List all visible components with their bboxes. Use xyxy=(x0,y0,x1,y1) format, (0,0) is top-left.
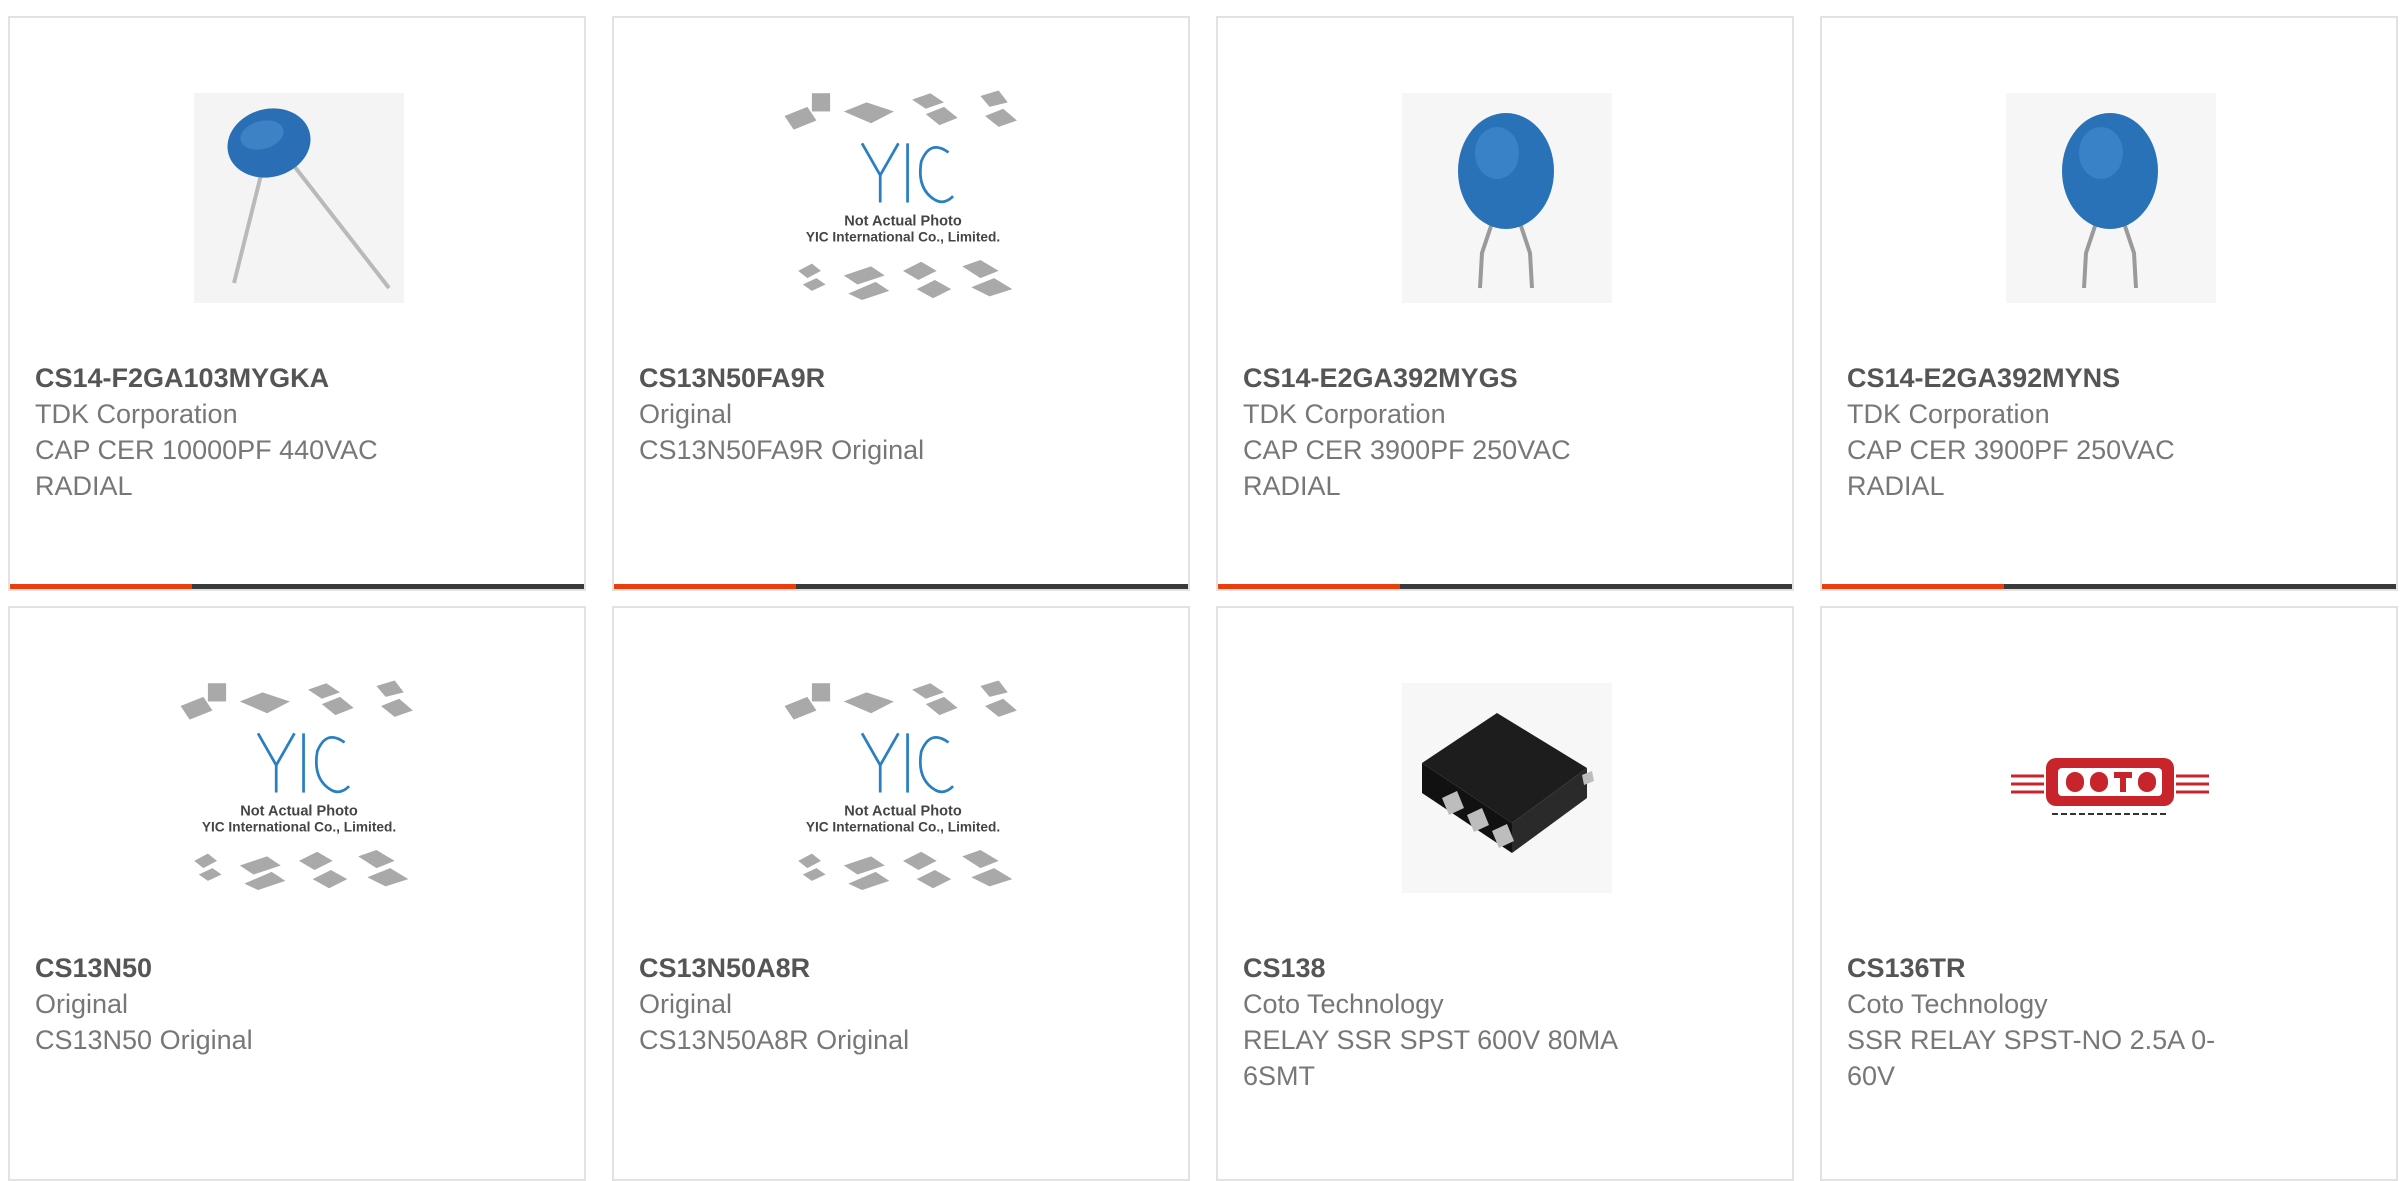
product-card[interactable]: CS14-E2GA392MYNS TDK Corporation CAP CER… xyxy=(1820,16,2398,591)
product-info: CS13N50A8R Original CS13N50A8R Original xyxy=(639,950,1163,1058)
card-bottom-bar xyxy=(10,584,584,589)
product-card[interactable]: Not Actual Photo YIC International Co., … xyxy=(612,606,1190,1181)
disc-capacitor-icon[interactable] xyxy=(1988,78,2234,318)
description: CS13N50 Original xyxy=(35,1025,253,1055)
manufacturer: Coto Technology xyxy=(1243,989,1444,1019)
disc-capacitor-tilted-icon[interactable] xyxy=(176,78,422,318)
manufacturer: Coto Technology xyxy=(1847,989,2048,1019)
placeholder-caption-2: YIC International Co., Limited. xyxy=(202,820,396,835)
product-info: CS14-E2GA392MYGS TDK Corporation CAP CER… xyxy=(1243,360,1767,504)
product-card[interactable]: CS136TR Coto Technology SSR RELAY SPST-N… xyxy=(1820,606,2398,1181)
card-bottom-bar xyxy=(1218,584,1792,589)
description: CAP CER 3900PF 250VAC RADIAL xyxy=(1243,435,1571,501)
manufacturer: TDK Corporation xyxy=(1243,399,1446,429)
card-accent-bar xyxy=(1822,584,2004,589)
product-info: CS138 Coto Technology RELAY SSR SPST 600… xyxy=(1243,950,1767,1094)
product-info: CS136TR Coto Technology SSR RELAY SPST-N… xyxy=(1847,950,2371,1094)
product-info: CS13N50FA9R Original CS13N50FA9R Origina… xyxy=(639,360,1163,468)
description: CS13N50FA9R Original xyxy=(639,435,925,465)
description: RELAY SSR SPST 600V 80MA 6SMT xyxy=(1243,1025,1617,1091)
product-info: CS14-F2GA103MYGKA TDK Corporation CAP CE… xyxy=(35,360,559,504)
product-card[interactable]: CS14-F2GA103MYGKA TDK Corporation CAP CE… xyxy=(8,16,586,591)
product-card[interactable]: Not Actual Photo YIC International Co., … xyxy=(8,606,586,1181)
description: CS13N50A8R Original xyxy=(639,1025,910,1055)
manufacturer: Original xyxy=(35,989,129,1019)
manufacturer: TDK Corporation xyxy=(1847,399,2050,429)
card-bottom-bar xyxy=(614,584,1188,589)
product-card[interactable]: Not Actual Photo YIC International Co., … xyxy=(612,16,1190,591)
part-number[interactable]: CS136TR xyxy=(1847,950,2371,986)
card-bottom-bar xyxy=(1822,584,2396,589)
manufacturer: Original xyxy=(639,989,733,1019)
placeholder-caption-2: YIC International Co., Limited. xyxy=(806,230,1000,245)
description: CAP CER 3900PF 250VAC RADIAL xyxy=(1847,435,2175,501)
yic-placeholder-icon[interactable]: Not Actual Photo YIC International Co., … xyxy=(780,668,1026,908)
placeholder-caption-1: Not Actual Photo xyxy=(844,803,962,819)
product-info: CS13N50 Original CS13N50 Original xyxy=(35,950,559,1058)
product-info: CS14-E2GA392MYNS TDK Corporation CAP CER… xyxy=(1847,360,2371,504)
part-number[interactable]: CS14-E2GA392MYGS xyxy=(1243,360,1767,396)
card-accent-bar xyxy=(10,584,192,589)
disc-capacitor-icon[interactable] xyxy=(1384,78,1630,318)
manufacturer: Original xyxy=(639,399,733,429)
product-grid: CS14-F2GA103MYGKA TDK Corporation CAP CE… xyxy=(8,16,2398,1181)
part-number[interactable]: CS138 xyxy=(1243,950,1767,986)
product-card[interactable]: CS138 Coto Technology RELAY SSR SPST 600… xyxy=(1216,606,1794,1181)
product-card[interactable]: CS14-E2GA392MYGS TDK Corporation CAP CER… xyxy=(1216,16,1794,591)
card-accent-bar xyxy=(1218,584,1400,589)
part-number[interactable]: CS14-F2GA103MYGKA xyxy=(35,360,559,396)
placeholder-caption-2: YIC International Co., Limited. xyxy=(806,820,1000,835)
description: SSR RELAY SPST-NO 2.5A 0-60V xyxy=(1847,1025,2216,1091)
manufacturer: TDK Corporation xyxy=(35,399,238,429)
part-number[interactable]: CS13N50FA9R xyxy=(639,360,1163,396)
description: CAP CER 10000PF 440VAC RADIAL xyxy=(35,435,378,501)
yic-placeholder-icon[interactable]: Not Actual Photo YIC International Co., … xyxy=(780,78,1026,318)
card-accent-bar xyxy=(614,584,796,589)
coto-technology-logo-icon[interactable] xyxy=(1988,668,2234,908)
part-number[interactable]: CS14-E2GA392MYNS xyxy=(1847,360,2371,396)
placeholder-caption-1: Not Actual Photo xyxy=(240,803,358,819)
part-number[interactable]: CS13N50 xyxy=(35,950,559,986)
yic-placeholder-icon[interactable]: Not Actual Photo YIC International Co., … xyxy=(176,668,422,908)
smt-relay-chip-icon[interactable] xyxy=(1384,668,1630,908)
part-number[interactable]: CS13N50A8R xyxy=(639,950,1163,986)
placeholder-caption-1: Not Actual Photo xyxy=(844,213,962,229)
